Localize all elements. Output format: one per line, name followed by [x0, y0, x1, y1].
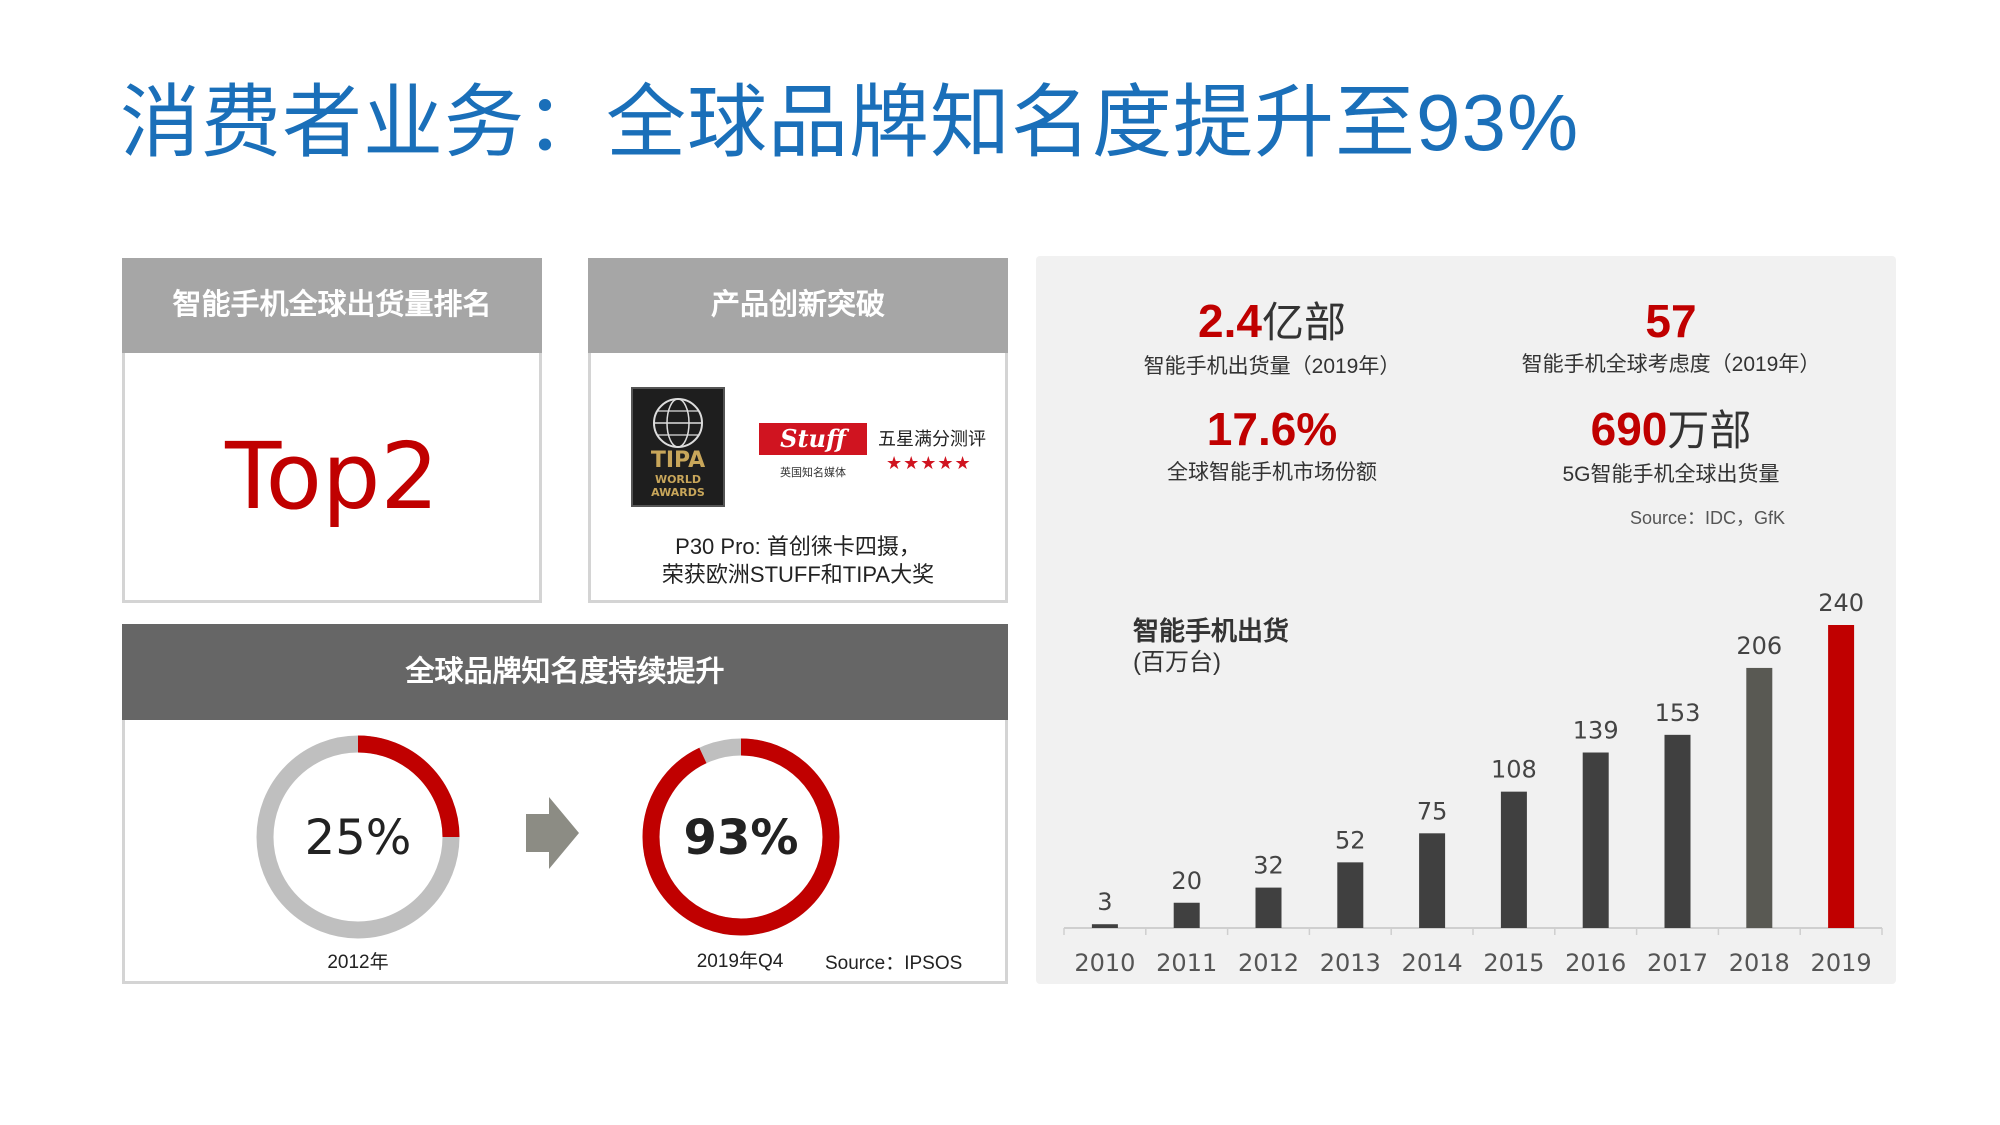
- x-tick-label-2017: 2017: [1647, 949, 1708, 977]
- bar-value-label-2016: 139: [1573, 717, 1619, 745]
- brand-awareness-body: 25% 2012年 93% 2019年Q4 Source：IPSOS: [122, 720, 1008, 984]
- five-star-icon: ★★★★★: [886, 453, 972, 473]
- stats-chart-panel: 2.4亿部 智能手机出货量（2019年） 57 智能手机全球考虑度（2019年）…: [1036, 256, 1896, 984]
- bar-2015: [1500, 791, 1527, 928]
- x-tick-label-2016: 2016: [1565, 949, 1626, 977]
- svg-text:AWARDS: AWARDS: [651, 486, 705, 499]
- donut-2019-value: 93%: [684, 810, 799, 866]
- donut-2019: 93%: [642, 738, 840, 936]
- shipment-rank-body: Top2: [122, 353, 542, 603]
- brand-source: Source：IPSOS: [825, 953, 962, 974]
- bar-2012: [1255, 887, 1282, 928]
- bar-value-label-2015: 108: [1491, 756, 1537, 784]
- x-tick-label-2010: 2010: [1074, 949, 1135, 977]
- x-tick-label-2012: 2012: [1238, 949, 1299, 977]
- arrow-right-icon: [526, 797, 579, 869]
- brand-awareness-header: 全球品牌知名度持续提升: [122, 624, 1008, 720]
- bar-value-label-2012: 32: [1253, 852, 1284, 880]
- shipment-rank-header: 智能手机全球出货量排名: [122, 258, 542, 353]
- stuff-subtitle: 英国知名媒体: [780, 467, 846, 479]
- svg-text:TIPA: TIPA: [651, 448, 705, 473]
- stuff-logo: Stuff: [759, 423, 867, 455]
- bar-value-label-2013: 52: [1335, 826, 1366, 854]
- bar-value-label-2017: 153: [1655, 699, 1701, 727]
- shipment-bar-chart: 3 2010 20 2011 32 2012 52 2013 75 2014 108 2015 139 2…: [1063, 589, 1883, 977]
- x-tick-label-2011: 2011: [1156, 949, 1217, 977]
- bar-value-label-2011: 20: [1171, 867, 1202, 895]
- innovation-card: 产品创新突破 TIPA WORLD AWARDS Stuff 英国知名媒体 五星…: [588, 258, 1008, 603]
- bar-value-label-2019: 240: [1818, 589, 1864, 617]
- bar-2016: [1582, 752, 1609, 928]
- innovation-description: P30 Pro: 首创徕卡四摄， 荣获欧洲STUFF和TIPA大奖: [591, 533, 1005, 589]
- rank-value: Top2: [225, 423, 439, 530]
- donut-2012-value: 25%: [305, 810, 412, 866]
- x-tick-label-2019: 2019: [1811, 949, 1872, 977]
- bar-2018: [1746, 667, 1773, 928]
- x-tick-label-2018: 2018: [1729, 949, 1790, 977]
- tipa-award-logo: TIPA WORLD AWARDS: [631, 387, 725, 507]
- stuff-rating-label: 五星满分测评: [878, 429, 986, 449]
- innovation-header: 产品创新突破: [588, 258, 1008, 353]
- bar-value-label-2010: 3: [1097, 888, 1112, 916]
- bar-2010: [1091, 924, 1118, 928]
- donut-2019-label: 2019年Q4: [697, 950, 784, 972]
- innovation-line-1: P30 Pro: 首创徕卡四摄，: [675, 534, 921, 559]
- bar-2017: [1664, 734, 1691, 928]
- brand-awareness-card: 全球品牌知名度持续提升 25% 2012年 93% 2019年Q4 Source…: [122, 624, 1008, 984]
- x-tick-label-2013: 2013: [1320, 949, 1381, 977]
- bar-value-label-2014: 75: [1417, 797, 1448, 825]
- bar-2011: [1173, 902, 1200, 928]
- shipment-rank-card: 智能手机全球出货量排名 Top2: [122, 258, 542, 603]
- innovation-line-2: 荣获欧洲STUFF和TIPA大奖: [661, 562, 935, 587]
- bar-2019: [1828, 625, 1855, 928]
- page-title: 消费者业务：全球品牌知名度提升至93%: [120, 78, 1580, 167]
- bar-value-label-2018: 206: [1736, 632, 1782, 660]
- x-tick-label-2014: 2014: [1402, 949, 1463, 977]
- svg-text:WORLD: WORLD: [655, 473, 701, 486]
- bar-2013: [1337, 862, 1364, 928]
- donut-2012: 25%: [256, 735, 460, 939]
- donut-2012-label: 2012年: [327, 951, 388, 973]
- innovation-body: TIPA WORLD AWARDS Stuff 英国知名媒体 五星满分测评 ★★…: [588, 353, 1008, 603]
- bar-2014: [1419, 833, 1446, 928]
- x-tick-label-2015: 2015: [1483, 949, 1544, 977]
